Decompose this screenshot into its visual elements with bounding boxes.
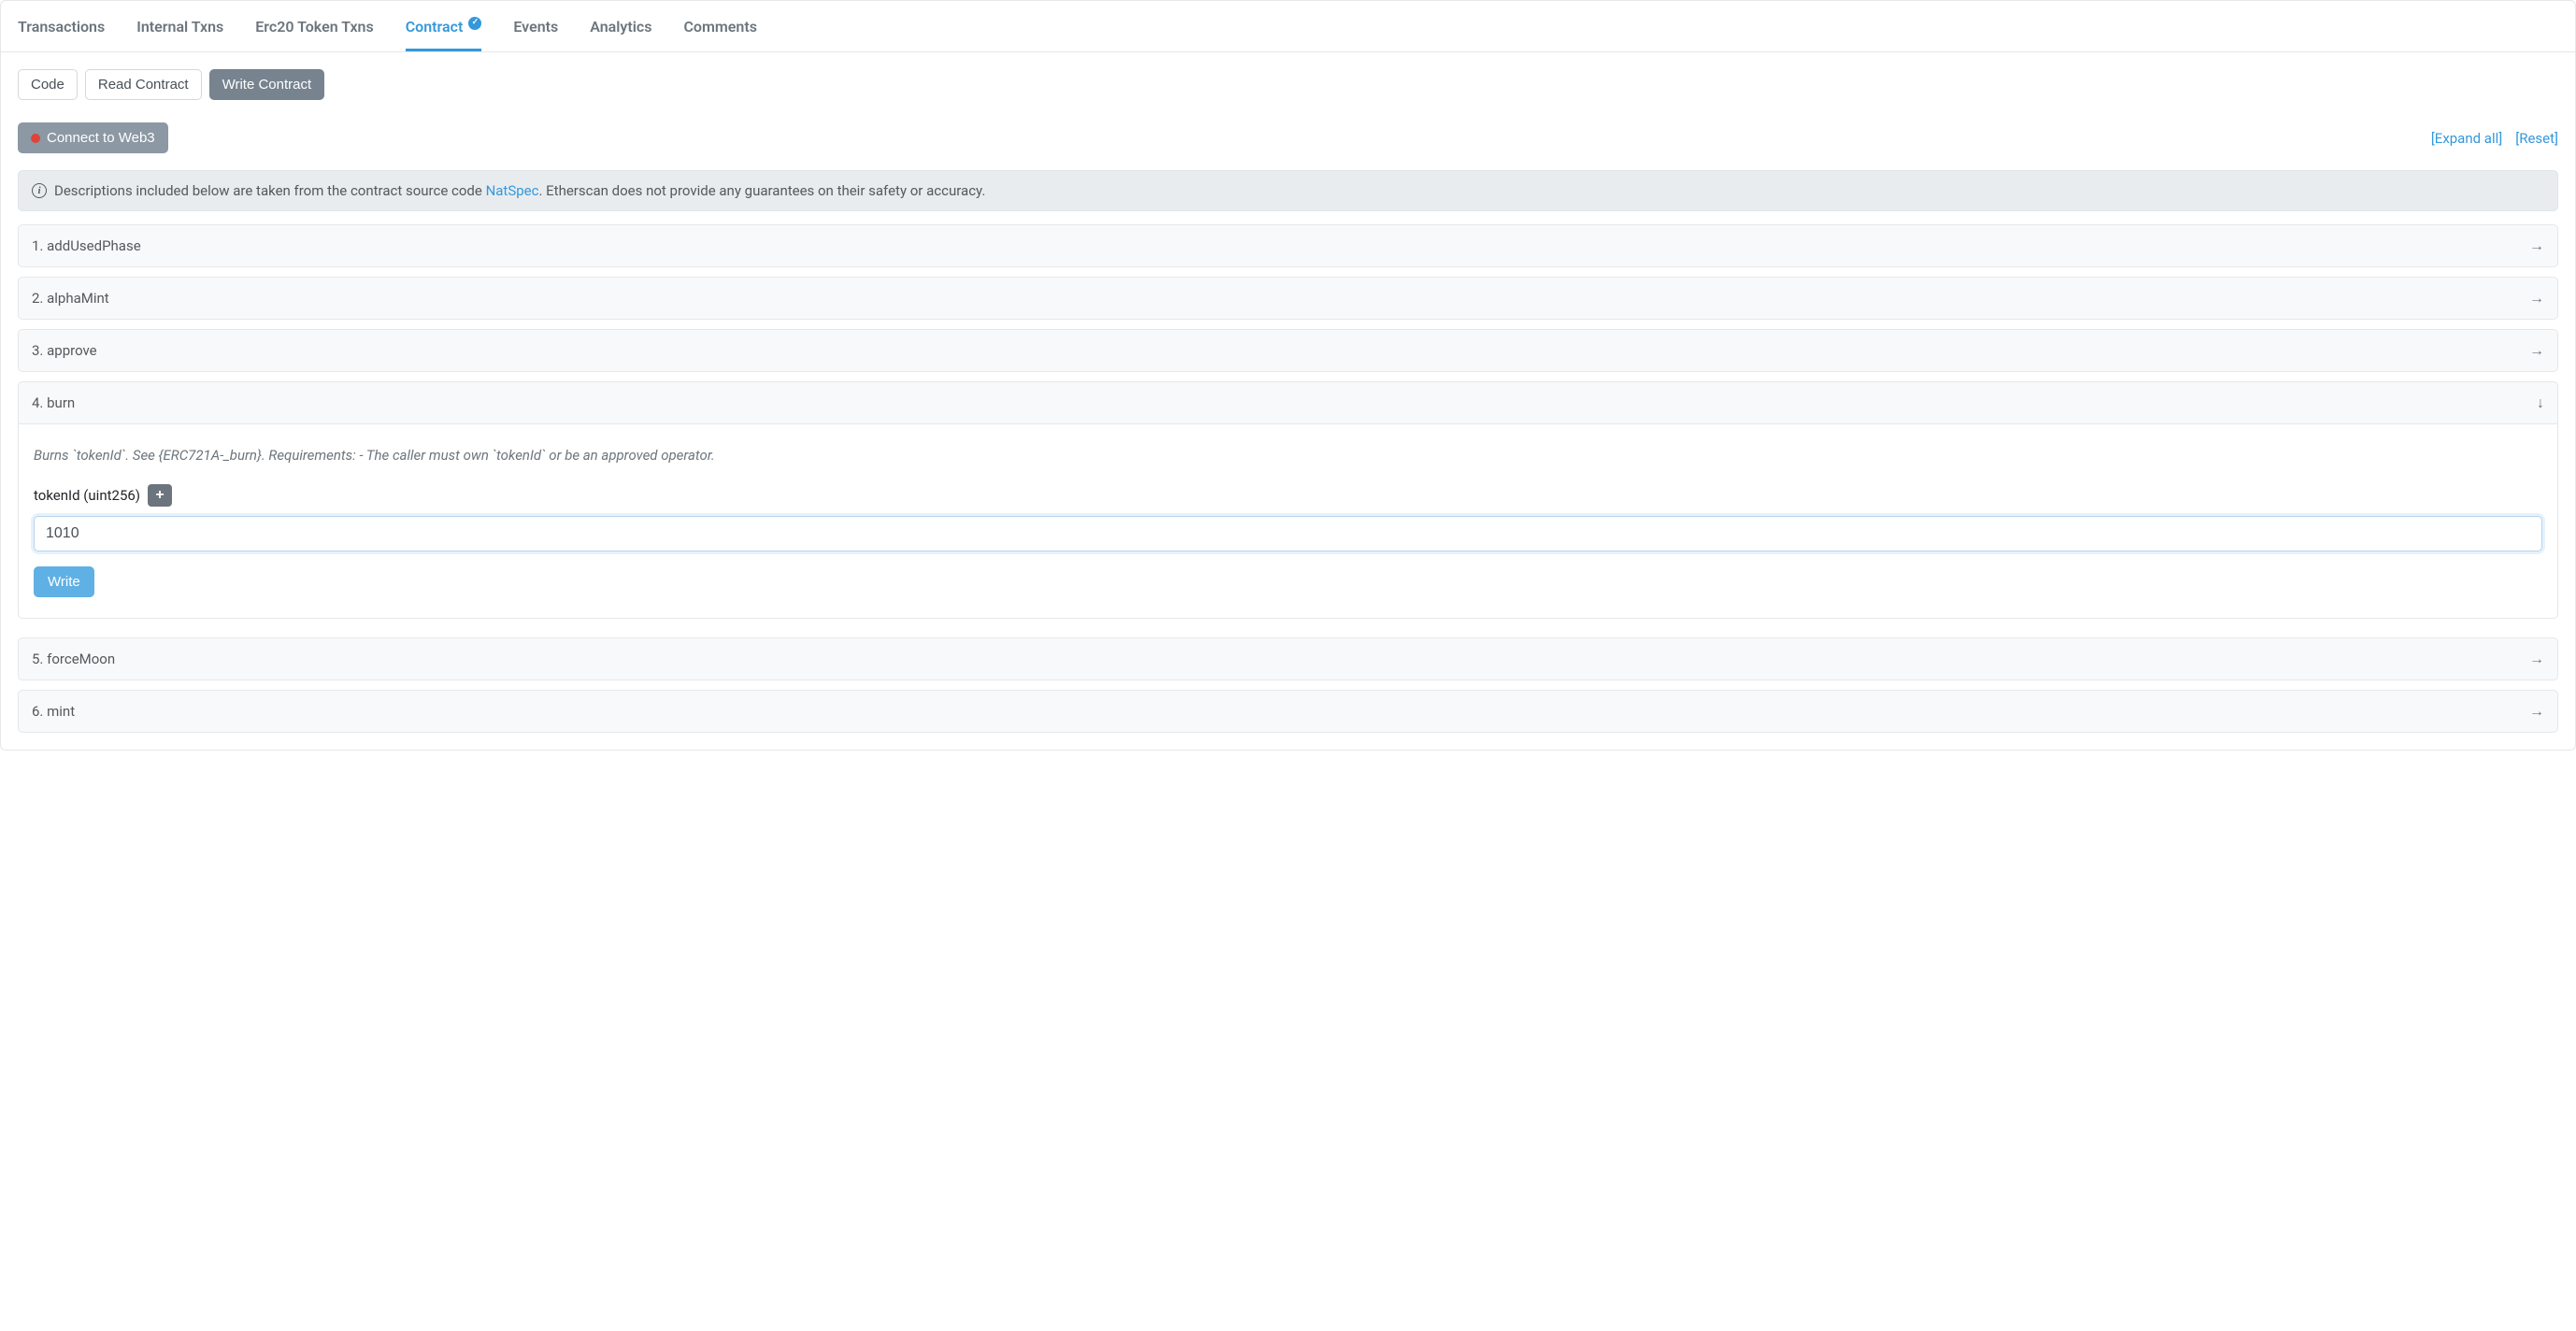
fn-header-alphamint[interactable]: 2. alphaMint → — [18, 277, 2558, 320]
tab-transactions[interactable]: Transactions — [18, 1, 105, 51]
subtab-code[interactable]: Code — [18, 69, 78, 100]
subtab-read-contract[interactable]: Read Contract — [85, 69, 202, 100]
arrow-right-icon: → — [2529, 289, 2544, 308]
tab-analytics[interactable]: Analytics — [590, 1, 651, 51]
nav-tabs: Transactions Internal Txns Erc20 Token T… — [1, 1, 2575, 52]
fn-body-burn: Burns `tokenId`. See {ERC721A-_burn}. Re… — [18, 424, 2558, 619]
arrow-right-icon: → — [2529, 341, 2544, 360]
tab-internal-txns[interactable]: Internal Txns — [136, 1, 223, 51]
param-label-tokenid: tokenId (uint256) — [34, 487, 140, 504]
fn-header-addusedphase[interactable]: 1. addUsedPhase → — [18, 224, 2558, 267]
tab-comments[interactable]: Comments — [683, 1, 756, 51]
fn-header-forcemoon[interactable]: 5. forceMoon → — [18, 637, 2558, 680]
fn-header-burn[interactable]: 4. burn ↓ — [18, 381, 2558, 424]
subtab-write-contract[interactable]: Write Contract — [209, 69, 325, 100]
info-icon: i — [32, 183, 47, 198]
arrow-down-icon: ↓ — [2537, 394, 2544, 412]
tab-contract[interactable]: Contract ✓ — [406, 1, 482, 51]
arrow-right-icon: → — [2529, 236, 2544, 255]
natspec-info-banner: i Descriptions included below are taken … — [18, 170, 2558, 211]
connection-status-icon — [31, 134, 40, 143]
tokenid-input[interactable] — [34, 516, 2542, 551]
reset-link[interactable]: [Reset] — [2515, 130, 2558, 147]
write-button[interactable]: Write — [34, 566, 94, 597]
verified-check-icon: ✓ — [468, 17, 481, 30]
arrow-right-icon: → — [2529, 650, 2544, 668]
fn-header-approve[interactable]: 3. approve → — [18, 329, 2558, 372]
arrow-right-icon: → — [2529, 702, 2544, 721]
add-param-button[interactable]: + — [148, 484, 172, 507]
connect-web3-button[interactable]: Connect to Web3 — [18, 122, 168, 153]
contract-subtabs: Code Read Contract Write Contract — [18, 69, 2558, 100]
natspec-link[interactable]: NatSpec — [486, 182, 539, 199]
expand-all-link[interactable]: [Expand all] — [2431, 130, 2502, 147]
fn-header-mint[interactable]: 6. mint → — [18, 690, 2558, 733]
tab-events[interactable]: Events — [513, 1, 558, 51]
tab-erc20-token-txns[interactable]: Erc20 Token Txns — [255, 1, 373, 51]
fn-description: Burns `tokenId`. See {ERC721A-_burn}. Re… — [34, 447, 2542, 464]
